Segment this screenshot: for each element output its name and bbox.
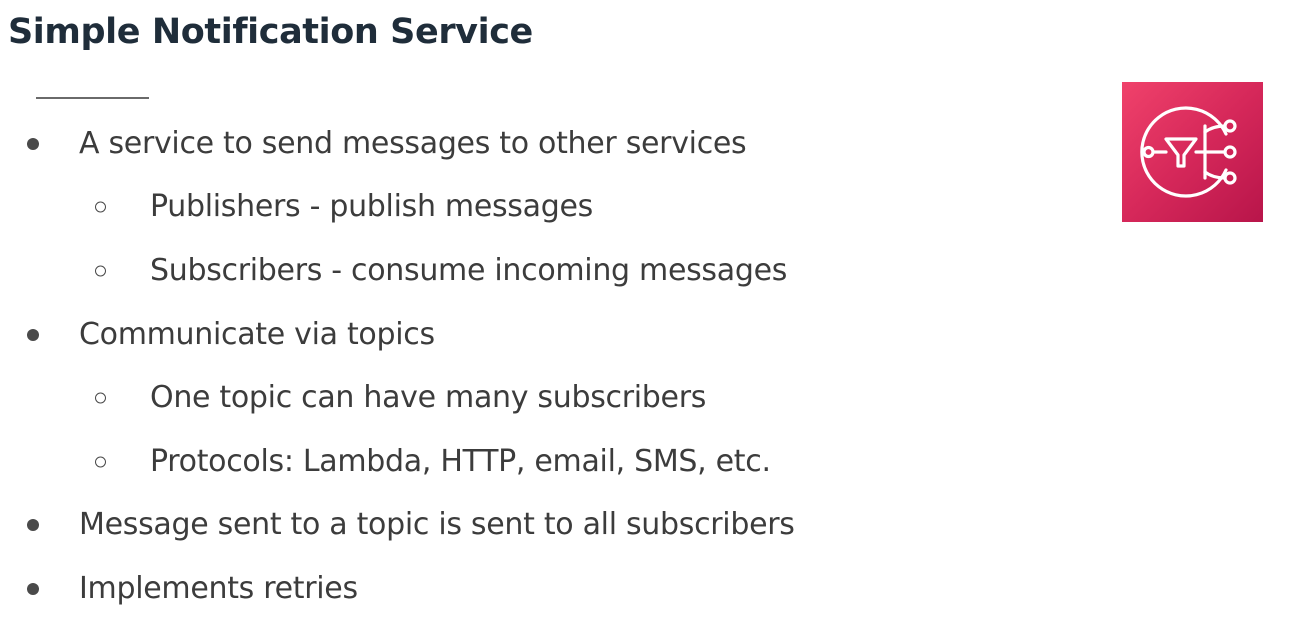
bullet-disc xyxy=(27,519,39,532)
bullet-circle xyxy=(95,201,106,213)
sub-bullet-text: Subscribers - consume incoming messages xyxy=(150,252,788,288)
sub-bullet-text: Publishers - publish messages xyxy=(150,189,593,225)
bullet-text: Implements retries xyxy=(79,570,358,606)
bullet-circle xyxy=(95,265,106,277)
title-underline xyxy=(36,97,149,99)
sns-glyph-icon xyxy=(1140,106,1237,198)
aws-sns-icon xyxy=(1122,82,1263,222)
bullet-list: A service to send messages to other serv… xyxy=(0,112,1060,621)
bullet-text: Message sent to a topic is sent to all s… xyxy=(79,507,795,543)
bullet-disc xyxy=(27,137,39,150)
slide: Simple Notification Service A service to… xyxy=(0,0,1302,623)
bullet-item: Message sent to a topic is sent to all s… xyxy=(0,494,1060,558)
bullet-circle xyxy=(95,456,106,468)
sub-bullet-item: Publishers - publish messages xyxy=(0,176,1060,240)
bullet-text: A service to send messages to other serv… xyxy=(79,125,747,161)
bullet-text: Communicate via topics xyxy=(79,316,435,352)
sub-bullet-item: One topic can have many subscribers xyxy=(0,366,1060,430)
bullet-circle xyxy=(95,392,106,404)
bullet-item: Communicate via topics xyxy=(0,303,1060,367)
sub-bullet-item: Protocols: Lambda, HTTP, email, SMS, etc… xyxy=(0,430,1060,494)
slide-title: Simple Notification Service xyxy=(8,12,533,52)
bullet-disc xyxy=(27,328,39,341)
sub-bullet-text: One topic can have many subscribers xyxy=(150,380,707,416)
bullet-item: A service to send messages to other serv… xyxy=(0,112,1060,176)
sub-bullet-item: Subscribers - consume incoming messages xyxy=(0,239,1060,303)
bullet-item: Implements retries xyxy=(0,557,1060,621)
bullet-disc xyxy=(27,582,39,595)
sub-bullet-text: Protocols: Lambda, HTTP, email, SMS, etc… xyxy=(150,443,771,479)
